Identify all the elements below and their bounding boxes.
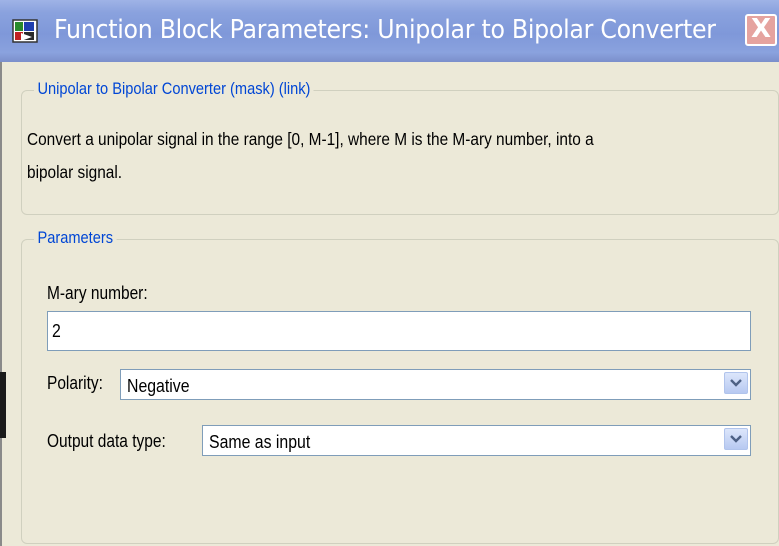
output-data-type-label: Output data type: <box>47 431 166 451</box>
mary-number-label: M-ary number: <box>47 283 148 303</box>
description-legend: Unipolar to Bipolar Converter (mask) (li… <box>34 79 314 99</box>
simulink-block-icon <box>12 19 40 43</box>
polarity-select[interactable]: Negative <box>120 369 751 400</box>
polarity-selected-value: Negative <box>127 376 190 396</box>
description-line: bipolar signal. <box>27 162 123 182</box>
chevron-down-icon[interactable] <box>724 428 748 450</box>
parameters-legend: Parameters <box>34 228 117 248</box>
polarity-label: Polarity: <box>47 373 103 393</box>
mary-number-value: 2 <box>52 321 61 341</box>
close-button[interactable]: X <box>745 14 777 46</box>
mary-number-input[interactable]: 2 <box>47 311 751 351</box>
title-bar[interactable]: Function Block Parameters: Unipolar to B… <box>0 0 779 62</box>
description-line: Convert a unipolar signal in the range [… <box>27 129 594 149</box>
window-title: Function Block Parameters: Unipolar to B… <box>54 15 716 45</box>
left-edge <box>0 62 2 546</box>
block-description: Convert a unipolar signal in the range [… <box>27 123 669 189</box>
output-data-type-select[interactable]: Same as input <box>202 425 751 456</box>
chevron-down-icon[interactable] <box>724 372 748 394</box>
dialog-window: Function Block Parameters: Unipolar to B… <box>0 0 779 546</box>
output-data-type-selected-value: Same as input <box>209 432 311 452</box>
background-window-edge <box>0 372 6 438</box>
